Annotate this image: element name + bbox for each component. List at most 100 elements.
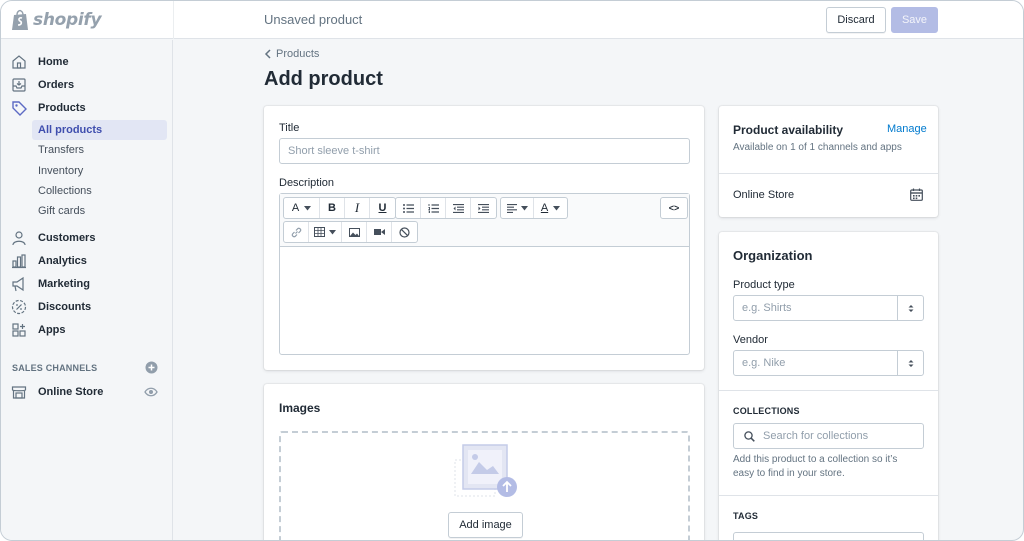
collections-help-line-1: Add this product to a collection so it’s [733, 454, 898, 465]
topbar-divider [173, 1, 174, 39]
sidebar-item-customers[interactable]: Customers [1, 228, 173, 248]
caret-down-icon [329, 229, 336, 234]
editor-toolbar: A B I U A <> [280, 194, 689, 247]
clear-formatting-button[interactable] [392, 222, 417, 242]
sidebar-item-label: Analytics [38, 255, 87, 267]
vendor-placeholder: e.g. Nike [742, 357, 786, 369]
shopify-bag-icon [12, 9, 28, 30]
image-dropzone[interactable]: Add image [279, 431, 690, 540]
customers-icon [12, 231, 26, 246]
calendar-icon[interactable] [910, 188, 923, 201]
bullet-list-button[interactable] [396, 198, 421, 218]
save-button[interactable]: Save [891, 7, 938, 33]
sidebar-subitem-all-products[interactable]: All products [32, 120, 167, 140]
sidebar-subitem-label: Inventory [38, 165, 84, 177]
availability-subtitle: Available on 1 of 1 channels and apps [733, 142, 902, 153]
collections-heading: COLLECTIONS [733, 406, 800, 416]
tags-input[interactable] [733, 532, 924, 540]
sidebar-subitem-inventory[interactable]: Inventory [32, 161, 167, 181]
select-arrows-icon [908, 359, 913, 367]
sidebar-item-marketing[interactable]: Marketing [1, 274, 173, 294]
add-image-button[interactable]: Add image [448, 512, 523, 538]
sidebar-item-label: Home [38, 56, 69, 68]
logo-text: shopify [33, 10, 102, 30]
description-editor: A B I U A <> [279, 193, 690, 355]
divider [719, 495, 938, 496]
sidebar-subitem-label: All products [38, 124, 103, 136]
product-type-placeholder: e.g. Shirts [742, 302, 792, 314]
discounts-icon [11, 299, 27, 315]
toolbar-group-html: <> [660, 197, 688, 219]
table-icon [314, 227, 325, 237]
product-availability-card: Product availability Manage Available on… [719, 106, 938, 217]
sidebar-item-label: Customers [38, 232, 96, 244]
video-icon [373, 229, 385, 235]
divider [719, 390, 938, 391]
description-label: Description [279, 177, 335, 189]
outdent-button[interactable] [446, 198, 471, 218]
numbered-list-button[interactable] [421, 198, 446, 218]
collections-help-line-2: easy to find in your store. [733, 468, 845, 479]
product-type-label: Product type [733, 279, 795, 291]
sidebar-subitem-transfers[interactable]: Transfers [32, 140, 167, 160]
sidebar-item-apps[interactable]: Apps [1, 320, 173, 340]
italic-button[interactable]: I [345, 198, 370, 218]
sidebar-item-analytics[interactable]: Analytics [1, 251, 173, 271]
toolbar-group-lists [395, 197, 497, 219]
sidebar-subitem-gift-cards[interactable]: Gift cards [32, 201, 167, 221]
availability-title: Product availability [733, 123, 844, 137]
insert-video-button[interactable] [367, 222, 392, 242]
insert-link-button[interactable] [284, 222, 309, 242]
search-icon [744, 430, 755, 442]
sidebar-item-products[interactable]: Products [1, 98, 173, 118]
discard-button[interactable]: Discard [826, 7, 886, 33]
sidebar-item-label: Orders [38, 79, 75, 91]
outdent-icon [452, 203, 464, 213]
breadcrumb-label: Products [276, 48, 320, 60]
underline-button[interactable]: U [370, 198, 395, 218]
text-color-glyph: A [540, 202, 549, 214]
collections-search-input[interactable]: Search for collections [733, 423, 924, 449]
description-text-area[interactable] [280, 248, 689, 354]
add-sales-channel-icon[interactable] [145, 361, 158, 374]
vendor-label: Vendor [733, 334, 768, 346]
store-icon [11, 386, 27, 399]
title-input[interactable]: Short sleeve t-shirt [279, 138, 690, 164]
sidebar-item-orders[interactable]: Orders [1, 75, 173, 95]
product-type-select[interactable]: e.g. Shirts [733, 295, 924, 321]
page-status: Unsaved product [264, 12, 363, 27]
insert-table-dropdown[interactable] [309, 222, 342, 242]
indent-icon [478, 203, 489, 213]
insert-image-button[interactable] [342, 222, 367, 242]
bullet-list-icon [402, 203, 414, 213]
toolbar-group-insert [283, 221, 418, 243]
vendor-select[interactable]: e.g. Nike [733, 350, 924, 376]
text-color-dropdown[interactable]: A [534, 198, 567, 218]
caret-down-icon [304, 205, 312, 210]
toolbar-group-text: A B I U [283, 197, 396, 219]
indent-button[interactable] [471, 198, 496, 218]
sidebar-item-discounts[interactable]: Discounts [1, 297, 173, 317]
eye-icon[interactable] [144, 386, 158, 398]
align-dropdown[interactable] [501, 198, 534, 218]
bold-button[interactable]: B [320, 198, 345, 218]
clear-formatting-icon [399, 226, 410, 238]
manage-link[interactable]: Manage [887, 123, 927, 135]
sidebar: Home Orders Products All products Transf… [1, 40, 173, 540]
sidebar-item-label: Marketing [38, 278, 90, 290]
link-icon [291, 227, 301, 237]
images-title: Images [279, 401, 321, 415]
page-title: Add product [264, 68, 383, 90]
collections-search-placeholder: Search for collections [763, 430, 869, 442]
shopify-logo[interactable]: shopify [11, 7, 173, 33]
font-style-glyph: A [291, 202, 300, 214]
sidebar-subitem-collections[interactable]: Collections [32, 181, 167, 201]
caret-down-icon [553, 205, 561, 210]
html-view-button[interactable]: <> [661, 198, 687, 218]
select-arrows [897, 351, 923, 375]
font-style-dropdown[interactable]: A [284, 198, 320, 218]
sidebar-item-home[interactable]: Home [1, 52, 173, 72]
breadcrumb[interactable]: Products [264, 48, 319, 60]
chevron-left-icon [264, 49, 271, 59]
sidebar-item-label: Products [38, 102, 86, 114]
